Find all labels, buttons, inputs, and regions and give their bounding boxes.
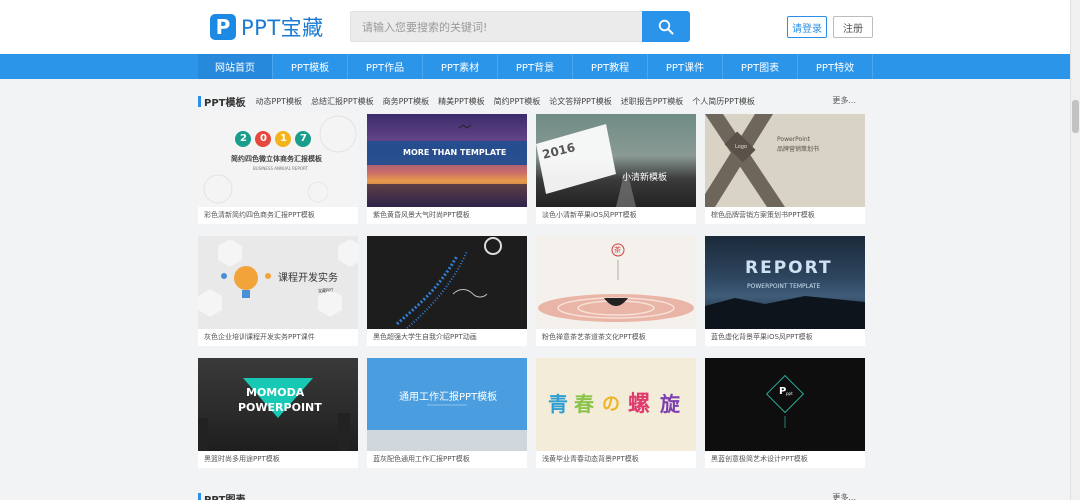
thumb-title: MOMODA: [246, 386, 305, 399]
thumb-title: MORE THAN TEMPLATE: [403, 148, 507, 157]
template-thumbnail[interactable]: 通用工作汇报PPT模板: [367, 358, 527, 451]
template-thumbnail[interactable]: 课程开发实务 宝藏PPT: [198, 236, 358, 329]
search-button[interactable]: [642, 11, 690, 42]
template-thumbnail[interactable]: MORE THAN TEMPLATE: [367, 114, 527, 207]
template-caption[interactable]: 黑色超强大学生自我介绍PPT动画: [373, 332, 477, 342]
thumb-subtitle: POWERPOINT: [238, 401, 322, 414]
template-caption[interactable]: 粉色禅意茶艺茶道茶文化PPT模板: [542, 332, 646, 342]
scrollbar-thumb[interactable]: [1072, 100, 1079, 133]
template-caption[interactable]: 淡色小清新苹果iOS风PPT模板: [542, 210, 637, 220]
site-logo[interactable]: P PPT宝藏: [210, 12, 324, 42]
template-card[interactable]: 黑色超强大学生自我介绍PPT动画: [367, 236, 527, 346]
template-caption[interactable]: 棕色品牌营销方案策划书PPT模板: [711, 210, 815, 220]
category-link[interactable]: 个人简历PPT模板: [692, 96, 755, 107]
section-title[interactable]: PPT模板: [204, 94, 245, 109]
thumb-title: 通用工作汇报PPT模板: [399, 392, 498, 403]
thumb-logo-sub: ppt: [786, 391, 793, 396]
category-link[interactable]: 精美PPT模板: [438, 96, 485, 107]
main-nav: 网站首页 PPT模板 PPT作品 PPT素材 PPT背景 PPT教程 PPT课件…: [0, 54, 1080, 79]
template-thumbnail[interactable]: P ppt: [705, 358, 865, 451]
template-card[interactable]: 2016 小清新模板 淡色小清新苹果iOS风PPT模板: [536, 114, 696, 224]
template-card[interactable]: REPORT POWERPOINT TEMPLATE 蓝色虚化背景苹果iOS风P…: [705, 236, 865, 346]
thumb-title: 茶: [614, 246, 621, 254]
template-caption[interactable]: 彩色清新简约四色商务汇报PPT模板: [204, 210, 315, 220]
nav-item-tutorials[interactable]: PPT教程: [573, 54, 648, 79]
nav-item-charts[interactable]: PPT图表: [723, 54, 798, 79]
category-link[interactable]: 动态PPT模板: [255, 96, 302, 107]
thumb-subtitle: POWERPOINT TEMPLATE: [747, 283, 821, 290]
template-card[interactable]: 茶 粉色禅意茶艺茶道茶文化PPT模板: [536, 236, 696, 346]
nav-item-home[interactable]: 网站首页: [198, 54, 273, 79]
thumb-logo: Logo: [735, 144, 747, 150]
nav-item-materials[interactable]: PPT素材: [423, 54, 498, 79]
thumb-title: REPORT: [745, 258, 833, 278]
thumb-subtitle: BUSINESS ANNUAL REPORT: [253, 166, 308, 171]
more-link[interactable]: 更多...: [832, 492, 856, 500]
thumb-digit: 0: [260, 133, 267, 144]
section-marker: [198, 492, 201, 500]
category-link[interactable]: 论文答辩PPT模板: [549, 96, 612, 107]
search-input[interactable]: 请输入您要搜索的关键词!: [350, 11, 643, 42]
thumb-digit: 7: [300, 133, 307, 144]
section-header-charts: PPT图表 更多...: [198, 492, 864, 500]
page-scrollbar[interactable]: [1070, 0, 1080, 500]
thumb-title: 品牌营销策划书: [777, 146, 820, 153]
template-thumbnail[interactable]: 2 0 1 7 简约四色微立体商务汇报模板 BUSINESS ANNUAL RE…: [198, 114, 358, 207]
template-card[interactable]: Logo PowerPoint 品牌营销策划书 棕色品牌营销方案策划书PPT模板: [705, 114, 865, 224]
template-card[interactable]: MOMODA POWERPOINT 黑篮时尚多用途PPT模板: [198, 358, 358, 468]
category-link[interactable]: 总结汇报PPT模板: [311, 96, 374, 107]
template-caption[interactable]: 黑蓝创意极简艺术设计PPT模板: [711, 454, 808, 464]
logo-icon: P: [210, 14, 236, 40]
more-link[interactable]: 更多...: [832, 95, 856, 106]
register-button[interactable]: 注册: [833, 16, 873, 38]
thumb-subtitle: 宝藏PPT: [318, 288, 334, 293]
template-caption[interactable]: 黑篮时尚多用途PPT模板: [204, 454, 280, 464]
template-card[interactable]: MORE THAN TEMPLATE 紫色黄昏风景大气时尚PPT模板: [367, 114, 527, 224]
thumb-digit: 2: [240, 133, 247, 144]
template-thumbnail[interactable]: 青 春 の 螺 旋: [536, 358, 696, 451]
thumb-char: 春: [574, 392, 594, 416]
nav-item-templates[interactable]: PPT模板: [273, 54, 348, 79]
thumb-char: 旋: [660, 392, 680, 416]
thumb-digit: 1: [280, 133, 287, 144]
template-caption[interactable]: 灰色企业培训课程开发实务PPT课件: [204, 332, 315, 342]
category-link[interactable]: 商务PPT模板: [383, 96, 430, 107]
thumb-char: 螺: [628, 392, 651, 417]
category-link[interactable]: 简约PPT模板: [494, 96, 541, 107]
search-icon: [658, 19, 674, 34]
section-title[interactable]: PPT图表: [204, 491, 245, 500]
template-card[interactable]: 通用工作汇报PPT模板 蓝灰配色通用工作汇报PPT模板: [367, 358, 527, 468]
thumb-title: 小清新模板: [622, 173, 668, 183]
template-card[interactable]: 课程开发实务 宝藏PPT 灰色企业培训课程开发实务PPT课件: [198, 236, 358, 346]
template-thumbnail[interactable]: REPORT POWERPOINT TEMPLATE: [705, 236, 865, 329]
template-card[interactable]: 青 春 の 螺 旋 浅黄毕业青春动态背景PPT模板: [536, 358, 696, 468]
template-caption[interactable]: 蓝色虚化背景苹果iOS风PPT模板: [711, 332, 813, 342]
nav-item-works[interactable]: PPT作品: [348, 54, 423, 79]
template-caption[interactable]: 紫色黄昏风景大气时尚PPT模板: [373, 210, 470, 220]
template-thumbnail[interactable]: 2016 小清新模板: [536, 114, 696, 207]
section-marker: [198, 95, 201, 107]
thumb-char: 青: [548, 392, 568, 416]
section-header: PPT模板 动态PPT模板 总结汇报PPT模板 商务PPT模板 精美PPT模板 …: [198, 94, 864, 109]
nav-item-courseware[interactable]: PPT课件: [648, 54, 723, 79]
thumb-subtitle: PowerPoint: [777, 136, 811, 143]
login-button[interactable]: 请登录: [787, 16, 827, 38]
search-placeholder: 请输入您要搜索的关键词!: [362, 20, 488, 34]
nav-item-backgrounds[interactable]: PPT背景: [498, 54, 573, 79]
thumb-title: 简约四色微立体商务汇报模板: [231, 155, 322, 163]
template-caption[interactable]: 蓝灰配色通用工作汇报PPT模板: [373, 454, 470, 464]
template-thumbnail[interactable]: Logo PowerPoint 品牌营销策划书: [705, 114, 865, 207]
template-thumbnail[interactable]: 茶: [536, 236, 696, 329]
template-card[interactable]: 2 0 1 7 简约四色微立体商务汇报模板 BUSINESS ANNUAL RE…: [198, 114, 358, 224]
category-link[interactable]: 述职报告PPT模板: [621, 96, 684, 107]
template-thumbnail[interactable]: [367, 236, 527, 329]
site-header: P PPT宝藏 请输入您要搜索的关键词! 请登录 注册: [0, 0, 1080, 54]
nav-item-effects[interactable]: PPT特效: [798, 54, 873, 79]
thumb-char: の: [602, 394, 620, 415]
template-caption[interactable]: 浅黄毕业青春动态背景PPT模板: [542, 454, 639, 464]
template-card[interactable]: P ppt 黑蓝创意极简艺术设计PPT模板: [705, 358, 865, 468]
thumb-title: 课程开发实务: [278, 273, 338, 284]
template-thumbnail[interactable]: MOMODA POWERPOINT: [198, 358, 358, 451]
logo-text: PPT宝藏: [241, 16, 324, 40]
